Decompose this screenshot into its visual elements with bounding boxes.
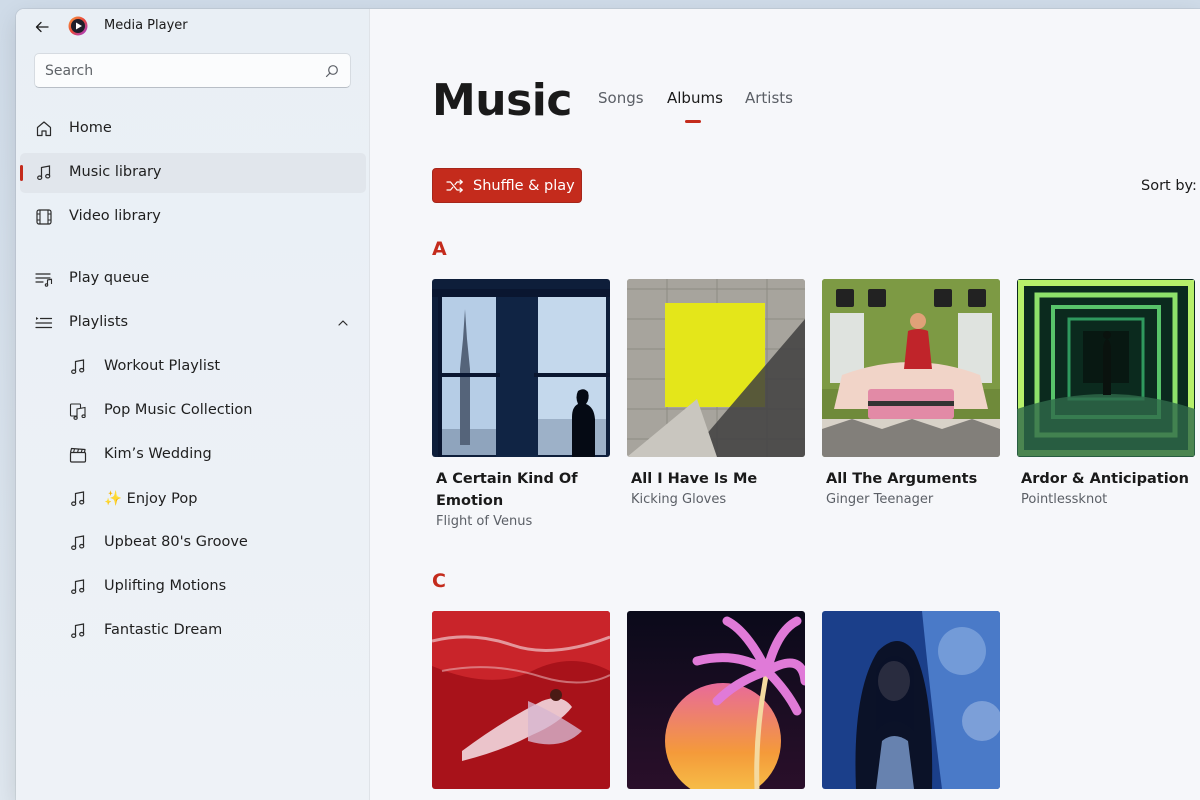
music-collection-icon (69, 403, 86, 420)
music-note-icon (71, 359, 85, 375)
tab-artists[interactable]: Artists (745, 89, 793, 107)
album-cover (822, 611, 1000, 789)
album-artist: Pointlessknot (1021, 492, 1108, 507)
album-cover (822, 279, 1000, 457)
sidebar-item-playlist[interactable]: Upbeat 80's Groove (20, 523, 366, 563)
clapperboard-icon (69, 447, 87, 463)
album-cover (1017, 279, 1195, 457)
active-tab-indicator (685, 120, 701, 123)
sidebar-item-music-library[interactable]: Music library (20, 153, 366, 193)
sidebar-item-playlist[interactable]: Fantastic Dream (20, 611, 366, 651)
sidebar-item-video-library[interactable]: Video library (20, 197, 366, 237)
main-content: Music Songs Albums Artists Shuffle & pla… (370, 9, 1200, 800)
album-artist: Kicking Gloves (631, 492, 727, 507)
music-note-icon (71, 579, 85, 595)
sidebar-item-playlists[interactable]: Playlists (20, 303, 366, 343)
tab-songs[interactable]: Songs (598, 89, 644, 107)
media-player-window: Media Player Home Music library (16, 9, 1200, 800)
playlist-label: Workout Playlist (104, 358, 221, 374)
album-card[interactable] (627, 611, 805, 789)
sidebar-item-home[interactable]: Home (20, 109, 366, 149)
music-note-icon (37, 165, 51, 181)
sidebar-item-label: Play queue (69, 270, 150, 286)
shuffle-play-label: Shuffle & play (473, 177, 575, 194)
shuffle-icon (446, 178, 463, 193)
search-icon[interactable] (325, 64, 339, 78)
sidebar-item-label: Music library (69, 164, 162, 180)
sidebar-item-playlist[interactable]: Pop Music Collection (20, 391, 366, 431)
sidebar-item-playlist[interactable]: Kim’s Wedding (20, 435, 366, 475)
sidebar: Media Player Home Music library (16, 9, 370, 800)
page-title: Music (432, 75, 572, 126)
active-indicator (20, 165, 23, 181)
film-icon (36, 209, 52, 225)
back-button[interactable] (30, 15, 54, 39)
title-bar: Media Player (16, 9, 370, 45)
playlist-label: Fantastic Dream (104, 622, 223, 638)
album-title: All The Arguments (826, 471, 978, 487)
album-title: All I Have Is Me (631, 471, 758, 487)
home-icon (36, 121, 52, 137)
album-cover (432, 279, 610, 457)
playlist-label: Kim’s Wedding (104, 446, 212, 462)
sidebar-item-label: Home (69, 120, 112, 136)
album-card[interactable] (822, 611, 1000, 789)
album-card[interactable]: A Certain Kind Of Emotion Flight of Venu… (432, 279, 610, 531)
shuffle-play-button[interactable]: Shuffle & play (432, 168, 582, 203)
album-cover (627, 611, 805, 789)
chevron-up-icon[interactable] (336, 316, 350, 330)
playlist-label: ✨ Enjoy Pop (104, 491, 198, 507)
album-title: A Certain Kind Of Emotion (436, 471, 578, 509)
search-box (34, 53, 351, 88)
album-artist: Ginger Teenager (826, 492, 934, 507)
back-arrow-icon (35, 21, 49, 33)
sort-control[interactable]: Sort by: A (1141, 178, 1200, 194)
sidebar-item-play-queue[interactable]: Play queue (20, 259, 366, 299)
search-input[interactable] (45, 54, 315, 87)
sidebar-item-label: Video library (69, 208, 161, 224)
sidebar-item-label: Playlists (69, 314, 129, 330)
app-title: Media Player (104, 18, 188, 33)
album-cover (432, 611, 610, 789)
playlists-icon (35, 317, 53, 329)
album-card[interactable]: Ardor & Anticipation Pointlessknot (1017, 279, 1195, 509)
playlist-label: Uplifting Motions (104, 578, 227, 594)
music-note-icon (71, 535, 85, 551)
sort-label: Sort by: (1141, 178, 1197, 194)
section-header-a[interactable]: A (432, 238, 447, 260)
album-title: Ardor & Anticipation (1021, 471, 1189, 487)
album-artist: Flight of Venus (436, 514, 533, 529)
playlist-label: Pop Music Collection (104, 402, 253, 418)
sidebar-item-playlist[interactable]: ✨ Enjoy Pop (20, 479, 366, 519)
album-cover (627, 279, 805, 457)
album-card[interactable] (432, 611, 610, 789)
tab-albums[interactable]: Albums (667, 89, 723, 107)
play-queue-icon (35, 273, 53, 287)
album-card[interactable]: All The Arguments Ginger Teenager (822, 279, 1000, 509)
media-player-logo-icon (68, 16, 88, 36)
music-note-icon (71, 623, 85, 639)
album-card[interactable]: All I Have Is Me Kicking Gloves (627, 279, 805, 509)
sidebar-item-playlist[interactable]: Workout Playlist (20, 347, 366, 387)
playlist-label: Upbeat 80's Groove (104, 534, 248, 550)
sidebar-item-playlist[interactable]: Uplifting Motions (20, 567, 366, 607)
music-note-icon (71, 491, 85, 507)
section-header-c[interactable]: C (432, 570, 446, 592)
